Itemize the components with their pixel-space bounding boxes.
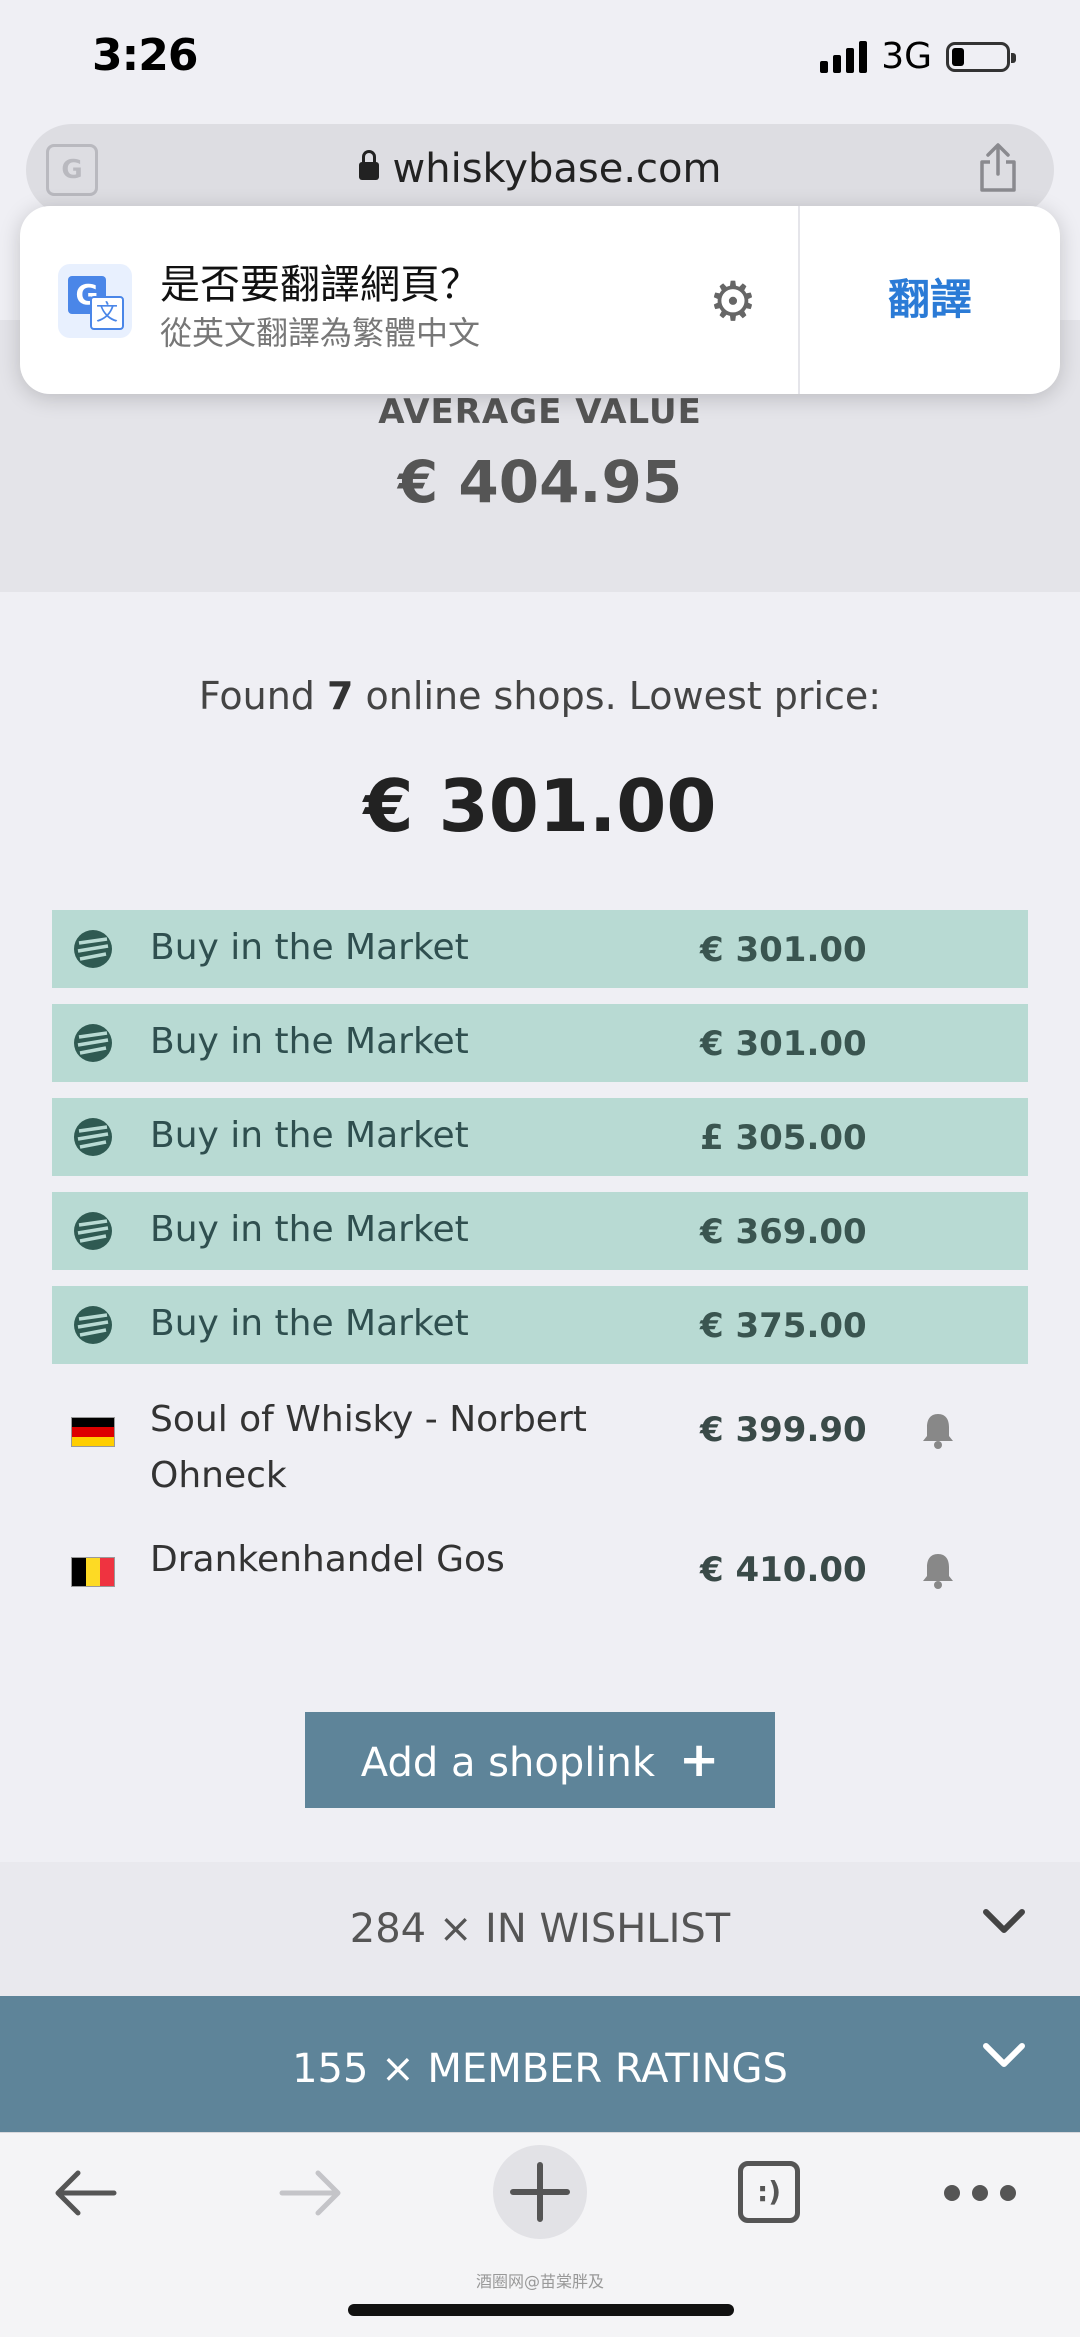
back-arrow-icon[interactable]	[50, 2163, 120, 2223]
battery-icon	[946, 41, 1016, 72]
bell-icon[interactable]	[918, 1410, 958, 1450]
member-ratings-section[interactable]: 155 × MEMBER RATINGS	[0, 1996, 1080, 2132]
more-menu-icon[interactable]	[944, 2185, 1016, 2203]
shop-price: € 410.00	[700, 1550, 867, 1590]
stacked-layers-icon	[74, 1212, 112, 1250]
translate-popup: G文 是否要翻譯網頁？ 從英文翻譯為繁體中文 ⚙ 翻譯	[20, 206, 1060, 394]
shop-row-market[interactable]: Buy in the Market € 301.00	[52, 1004, 1028, 1082]
average-value: € 404.95	[397, 448, 683, 516]
shop-row[interactable]: Drankenhandel Gos € 410.00	[52, 1520, 1028, 1602]
average-value-label: AVERAGE VALUE	[378, 392, 702, 432]
shop-row-market[interactable]: Buy in the Market € 375.00	[52, 1286, 1028, 1364]
shop-price: € 399.90	[700, 1410, 867, 1450]
tabs-button[interactable]: :)	[738, 2161, 800, 2223]
home-indicator	[348, 2304, 734, 2316]
germany-flag	[72, 1418, 114, 1446]
wishlist-section[interactable]: 284 × IN WISHLIST	[0, 1862, 1080, 1996]
shop-price: € 301.00	[700, 930, 867, 970]
shop-price: £ 305.00	[700, 1118, 867, 1158]
signal-icon	[820, 40, 868, 73]
stacked-layers-icon	[74, 1024, 112, 1062]
stacked-layers-icon	[74, 1118, 112, 1156]
translate-popup-subtitle: 從英文翻譯為繁體中文	[160, 314, 481, 352]
google-translate-icon: G文	[58, 264, 132, 338]
network-type: 3G	[881, 36, 932, 77]
address-bar[interactable]: G whiskybase.com	[26, 124, 1054, 216]
shop-name[interactable]: Buy in the Market	[150, 920, 670, 976]
stacked-layers-icon	[74, 930, 112, 968]
shop-row-market[interactable]: Buy in the Market € 301.00	[52, 910, 1028, 988]
status-indicators: 3G	[820, 36, 1016, 77]
translate-popup-title: 是否要翻譯網頁？	[160, 262, 480, 308]
watermark: 酒圈网@苗棠胖及	[475, 2272, 604, 2291]
gear-icon[interactable]: ⚙	[705, 274, 761, 330]
plus-icon	[510, 2162, 570, 2222]
shop-name[interactable]: Buy in the Market	[150, 1014, 670, 1070]
new-tab-button[interactable]	[493, 2145, 587, 2239]
lock-icon	[358, 150, 379, 180]
status-time: 3:26	[92, 30, 198, 81]
add-shoplink-label: Add a shoplink	[360, 1740, 655, 1786]
shop-name[interactable]: Drankenhandel Gos	[150, 1532, 670, 1588]
bell-icon[interactable]	[918, 1550, 958, 1590]
shops-found-text: Found 7 online shops. Lowest price:	[198, 674, 882, 718]
shop-name[interactable]: Soul of Whisky - Norbert Ohneck	[150, 1392, 670, 1504]
share-icon[interactable]	[976, 142, 1020, 194]
shop-list: Buy in the Market € 301.00 Buy in the Ma…	[52, 910, 1028, 1618]
shops-count: 7	[327, 674, 354, 718]
url-text: whiskybase.com	[392, 146, 722, 192]
forward-arrow-icon[interactable]	[276, 2163, 346, 2223]
shop-row-market[interactable]: Buy in the Market £ 305.00	[52, 1098, 1028, 1176]
status-bar: 3:26 3G	[0, 0, 1080, 120]
member-ratings-label: 155 × MEMBER RATINGS	[292, 2046, 788, 2092]
shop-name[interactable]: Buy in the Market	[150, 1202, 670, 1258]
shop-row-market[interactable]: Buy in the Market € 369.00	[52, 1192, 1028, 1270]
wishlist-label: 284 × IN WISHLIST	[349, 1906, 731, 1952]
belgium-flag	[72, 1558, 114, 1586]
plus-icon: +	[678, 1732, 720, 1788]
add-shoplink-button[interactable]: Add a shoplink +	[305, 1712, 775, 1808]
shop-price: € 369.00	[700, 1212, 867, 1252]
stacked-layers-icon	[74, 1306, 112, 1344]
chevron-down-icon[interactable]	[982, 2042, 1026, 2070]
translate-button[interactable]: 翻譯	[800, 206, 1060, 394]
shop-name[interactable]: Buy in the Market	[150, 1296, 670, 1352]
url-display[interactable]: whiskybase.com	[26, 146, 1054, 192]
shop-price: € 375.00	[700, 1306, 867, 1346]
lowest-price: € 301.00	[363, 764, 717, 848]
shop-row[interactable]: Soul of Whisky - Norbert Ohneck € 399.90	[52, 1380, 1028, 1504]
chevron-down-icon[interactable]	[982, 1908, 1026, 1936]
shop-price: € 301.00	[700, 1024, 867, 1064]
shop-name[interactable]: Buy in the Market	[150, 1108, 670, 1164]
